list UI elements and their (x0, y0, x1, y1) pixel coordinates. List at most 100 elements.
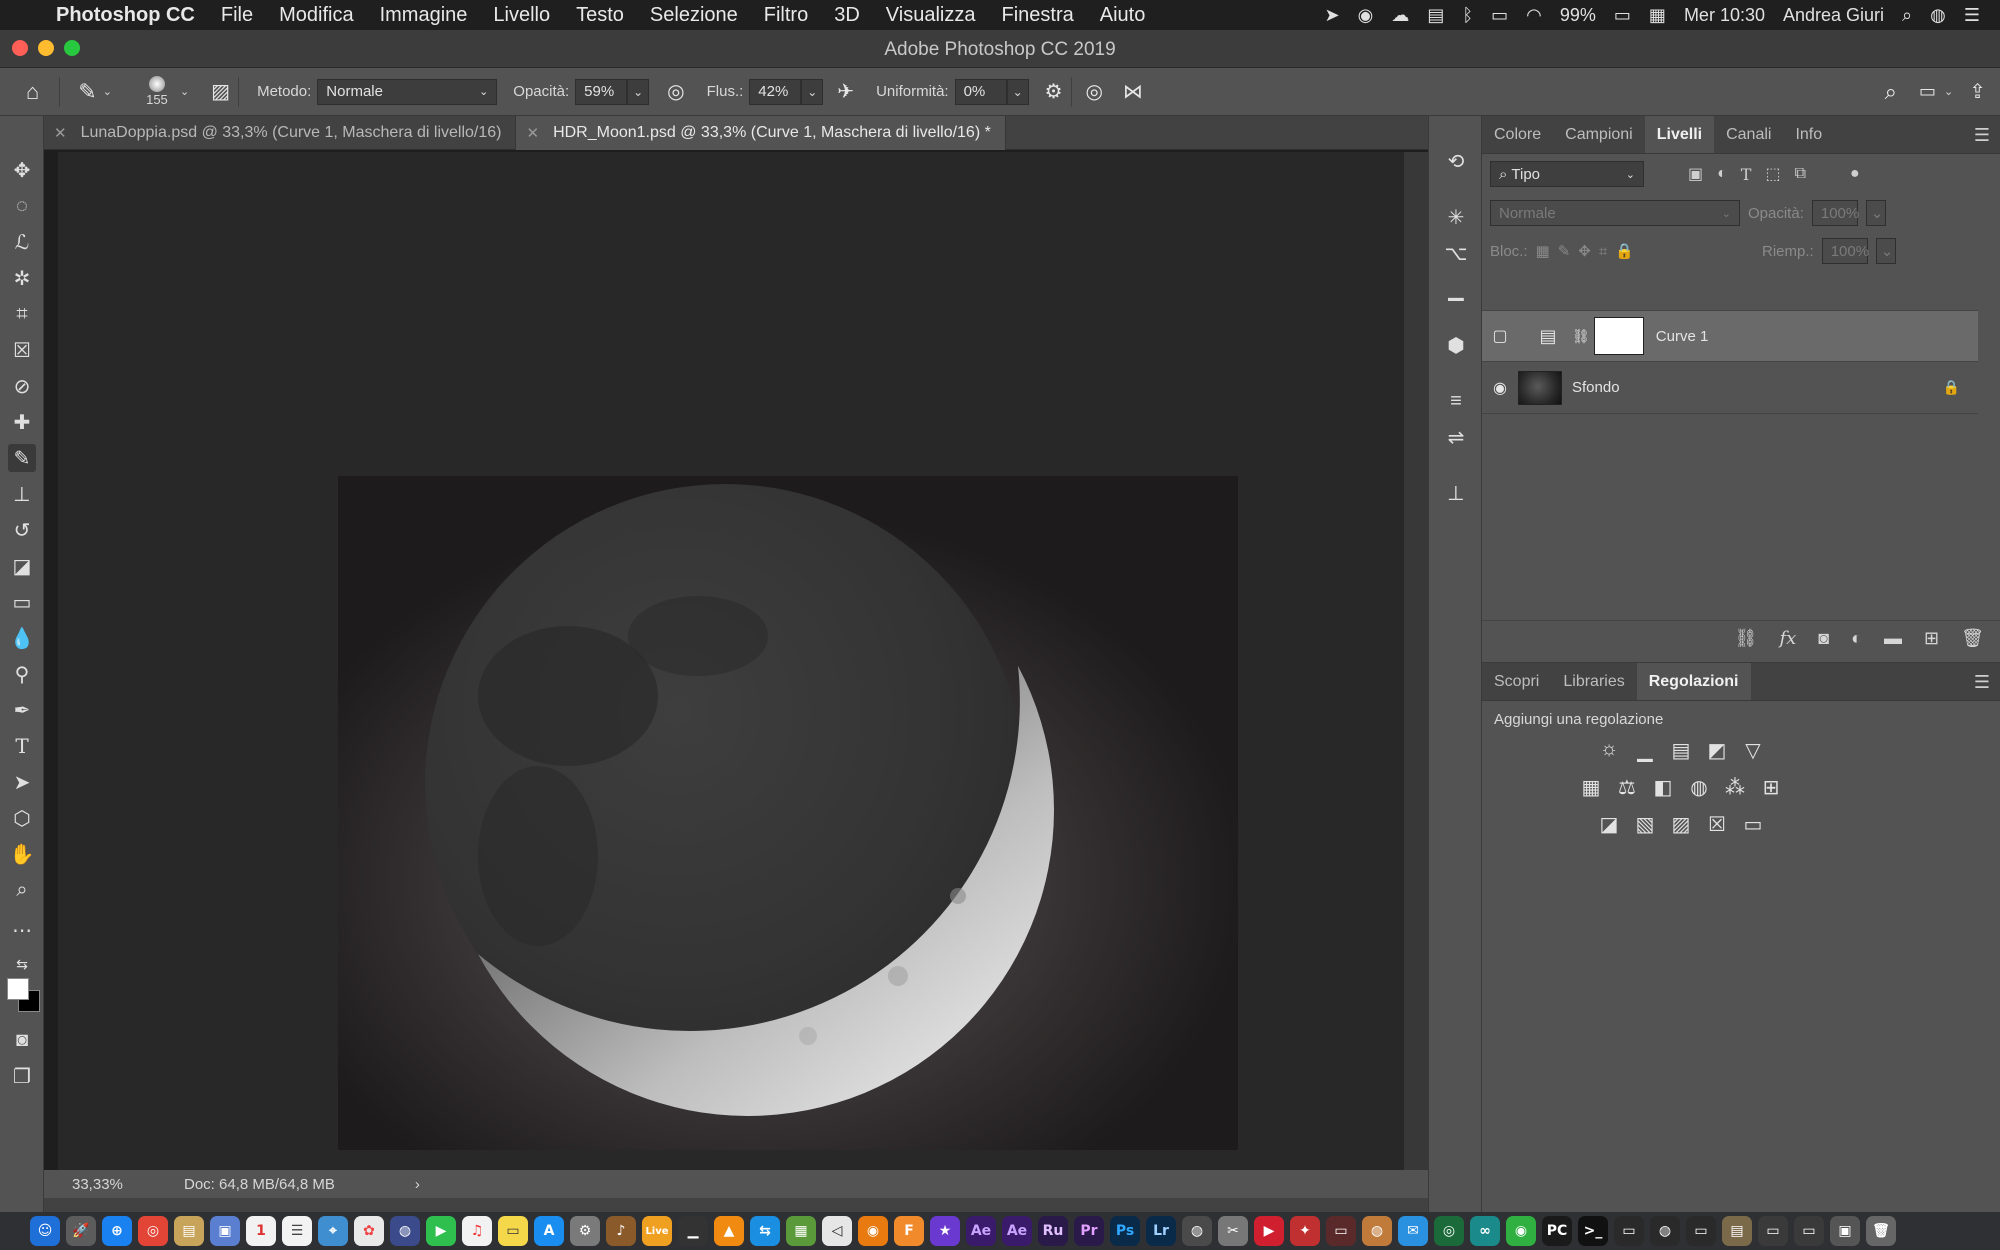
brush-settings-icon[interactable]: ▨ (211, 79, 230, 104)
fill-dropdown[interactable]: ⌄ (1875, 238, 1896, 264)
dock-app-icon[interactable]: ◍ (1182, 1216, 1212, 1246)
brightness-contrast-icon[interactable]: ☼ (1596, 738, 1622, 763)
blend-mode-select[interactable]: Normale ⌄ (1490, 200, 1740, 226)
layer-row-sfondo[interactable]: ◉ Sfondo 🔒 (1482, 362, 1978, 414)
layer-name[interactable]: Sfondo (1572, 379, 1620, 396)
vibrance-icon[interactable]: ▽ (1740, 738, 1766, 763)
menu-selezione[interactable]: Selezione (650, 4, 738, 27)
menu-livello[interactable]: Livello (493, 4, 550, 27)
blur-tool-icon[interactable]: 💧 (8, 624, 36, 652)
unity-icon[interactable]: ◁ (822, 1216, 852, 1246)
close-icon[interactable]: ✕ (526, 124, 539, 142)
dock-app-icon[interactable]: ▭ (1758, 1216, 1788, 1246)
smart-object-filter-icon[interactable]: ⧉ (1795, 165, 1806, 183)
dock-app-icon[interactable]: ◍ (1650, 1216, 1680, 1246)
foreground-color-swatch[interactable] (7, 978, 29, 1000)
flag-icon[interactable]: ▦ (1649, 5, 1666, 26)
navigator-icon[interactable]: ✳ (1440, 202, 1472, 232)
pycharm-icon[interactable]: PC (1542, 1216, 1572, 1246)
panel-menu-icon[interactable]: ☰ (1974, 672, 1990, 693)
brush-tool-icon[interactable]: ✎ (8, 444, 36, 472)
teamviewer-icon[interactable]: ⇆ (750, 1216, 780, 1246)
curves-icon[interactable]: ▤ (1668, 738, 1694, 763)
invert-icon[interactable]: ◪ (1596, 812, 1622, 837)
send-icon[interactable]: ➤ (1325, 5, 1340, 26)
threshold-icon[interactable]: ▨ (1668, 812, 1694, 837)
chrome-icon[interactable]: ◎ (138, 1216, 168, 1246)
dock-app-icon[interactable]: ✂ (1218, 1216, 1248, 1246)
terminal-icon[interactable]: >_ (1578, 1216, 1608, 1246)
layer-filter-select[interactable]: ⌕ Tipo ⌄ (1490, 161, 1644, 187)
brush-settings-icon[interactable]: ⇌ (1440, 422, 1472, 452)
shape-filter-icon[interactable]: ⬚ (1765, 164, 1780, 184)
clone-source-icon[interactable]: ⊥ (1440, 478, 1472, 508)
crop-tool-icon[interactable]: ⌗ (8, 300, 36, 328)
tab-lunadoppia[interactable]: ✕ LunaDoppia.psd @ 33,3% (Curve 1, Masch… (44, 116, 517, 150)
frame-tool-icon[interactable]: ☒ (8, 336, 36, 364)
gradient-map-icon[interactable]: ▭ (1740, 812, 1766, 837)
minecraft-icon[interactable]: ▦ (786, 1216, 816, 1246)
opacity-input[interactable]: 100% (1811, 200, 1859, 226)
adjustment-filter-icon[interactable]: ◐ (1717, 165, 1727, 183)
chevron-right-icon[interactable]: › (415, 1176, 420, 1193)
opacita-dropdown[interactable]: ⌄ (627, 78, 650, 105)
preview-icon[interactable]: ▣ (210, 1216, 240, 1246)
tab-colore[interactable]: Colore (1482, 116, 1553, 153)
marquee-tool-icon[interactable]: ◌ (8, 192, 36, 220)
channel-mixer-icon[interactable]: ⁂ (1722, 775, 1748, 800)
menu-modifica[interactable]: Modifica (279, 4, 353, 27)
add-mask-icon[interactable]: ◙ (1818, 628, 1829, 649)
eye-icon[interactable]: ◉ (1482, 378, 1518, 398)
after-effects-2-icon[interactable]: Ae (1002, 1216, 1032, 1246)
dock-app-icon[interactable]: ▣ (1830, 1216, 1860, 1246)
dock-app-icon[interactable]: ▭ (1794, 1216, 1824, 1246)
dock-app-icon[interactable]: ▭ (1686, 1216, 1716, 1246)
lock-artboard-icon[interactable]: ⌗ (1599, 243, 1607, 260)
filter-toggle[interactable]: ● (1850, 165, 1860, 183)
clone-stamp-tool-icon[interactable]: ⊥ (8, 480, 36, 508)
brush-preset-picker[interactable]: 155 (140, 76, 174, 107)
user-name[interactable]: Andrea Giuri (1783, 5, 1884, 26)
clock[interactable]: Mer 10:30 (1684, 5, 1765, 26)
layer-name[interactable]: Curve 1 (1656, 328, 1709, 345)
more-tools-icon[interactable]: ⋯ (8, 916, 36, 944)
tab-regolazioni[interactable]: Regolazioni (1636, 663, 1751, 700)
spotlight-icon[interactable]: ⌕ (1902, 5, 1912, 26)
gradient-tool-icon[interactable]: ▭ (8, 588, 36, 616)
stickies-icon[interactable]: ▭ (498, 1216, 528, 1246)
menu-file[interactable]: File (221, 4, 253, 27)
black-white-icon[interactable]: ◧ (1650, 775, 1676, 800)
chevron-down-icon[interactable]: ⌄ (1944, 85, 1953, 98)
messages-icon[interactable]: ✉ (1398, 1216, 1428, 1246)
dock-app-icon[interactable]: ▤ (1722, 1216, 1752, 1246)
menu-finestra[interactable]: Finestra (1001, 4, 1073, 27)
3d-icon[interactable]: ⬢ (1440, 330, 1472, 360)
move-tool-icon[interactable]: ✥ (8, 156, 36, 184)
imovie-icon[interactable]: ★ (930, 1216, 960, 1246)
lock-transparent-icon[interactable]: ▦ (1536, 242, 1550, 260)
brush-tool-icon[interactable]: ✎ (78, 79, 96, 105)
healing-brush-tool-icon[interactable]: ✚ (8, 408, 36, 436)
path-selection-tool-icon[interactable]: ➤ (8, 768, 36, 796)
tab-livelli[interactable]: Livelli (1644, 116, 1715, 153)
wifi-icon[interactable]: ◠ (1526, 5, 1542, 26)
siri-icon[interactable]: ◍ (390, 1216, 420, 1246)
layer-mask-thumbnail[interactable] (1593, 317, 1644, 355)
canvas-area[interactable] (58, 152, 1404, 1170)
menu-app-name[interactable]: Photoshop CC (56, 4, 195, 27)
zoom-tool-icon[interactable]: ⌕ (8, 876, 36, 904)
new-adjustment-icon[interactable]: ◐ (1851, 628, 1862, 649)
histogram-icon[interactable]: ▁ (1440, 274, 1472, 304)
dock-app-icon[interactable]: ◎ (1434, 1216, 1464, 1246)
horizontal-scrollbar[interactable] (44, 1198, 1428, 1212)
lasso-tool-icon[interactable]: ℒ (8, 228, 36, 256)
lightroom-icon[interactable]: Lr (1146, 1216, 1176, 1246)
pressure-opacity-icon[interactable]: ◎ (667, 79, 684, 104)
new-layer-icon[interactable]: ⊞ (1924, 628, 1939, 649)
lock-image-icon[interactable]: ✎ (1558, 242, 1571, 260)
layer-row-curve-1[interactable]: ▢ ▤ ⛓ Curve 1 (1482, 310, 1978, 362)
flusso-dropdown[interactable]: ⌄ (801, 78, 824, 105)
uniformita-input[interactable]: 0% (954, 78, 1007, 105)
menu-aiuto[interactable]: Aiuto (1100, 4, 1146, 27)
ableton-live-icon[interactable]: Live (642, 1216, 672, 1246)
